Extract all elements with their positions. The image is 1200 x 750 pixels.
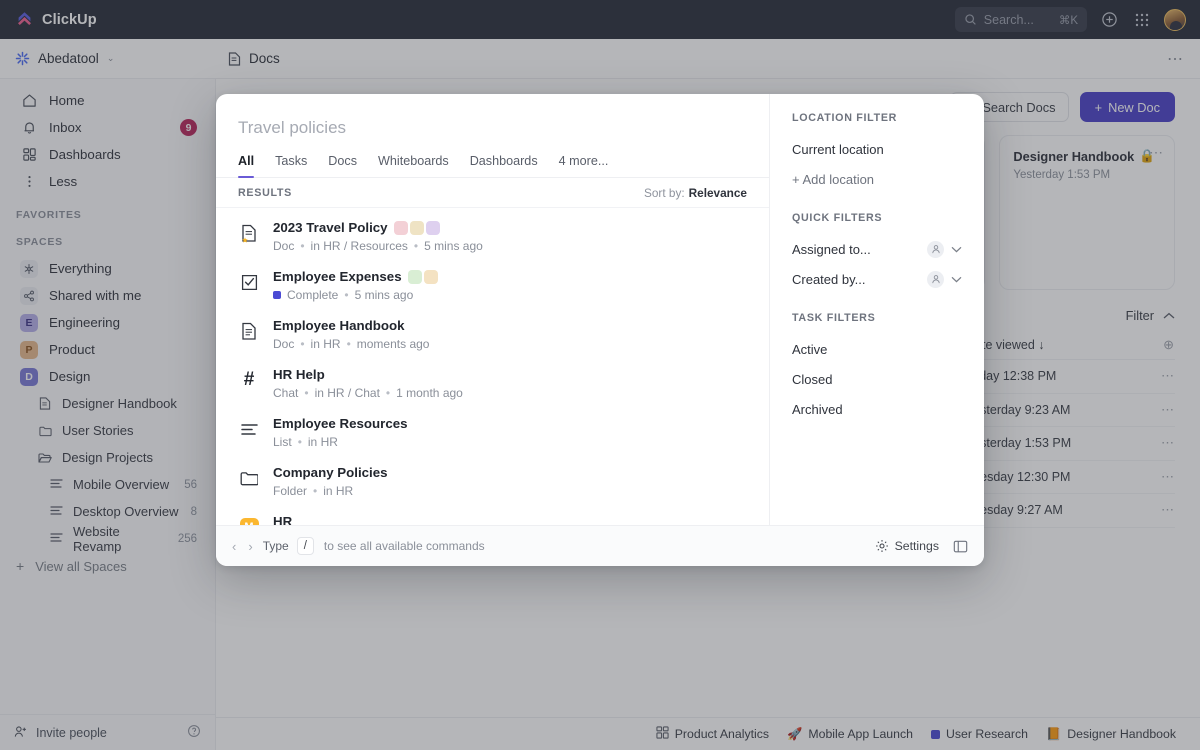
- chevron-down-icon[interactable]: [951, 276, 962, 283]
- side-panel-icon[interactable]: [953, 539, 968, 554]
- task-check-icon: [238, 269, 260, 295]
- tab-whiteboards[interactable]: Whiteboards: [378, 154, 449, 177]
- sort-by-value: Relevance: [689, 186, 747, 200]
- result-type: Chat: [273, 386, 298, 400]
- result-type: Folder: [273, 484, 307, 498]
- modal-body: Travel policies All Tasks Docs Whiteboar…: [216, 94, 984, 525]
- command-hint-text: to see all available commands: [324, 539, 485, 553]
- result-item-company-policies[interactable]: Company Policies Folder• in HR: [216, 457, 769, 506]
- result-avatars: [394, 221, 440, 235]
- quick-filters-header: QUICK FILTERS: [792, 212, 984, 234]
- result-time: 1 month ago: [396, 386, 463, 400]
- result-item-2023-travel-policy[interactable]: 2023 Travel Policy Doc• in HR / Resource…: [216, 212, 769, 261]
- doc-icon: [238, 318, 260, 344]
- filter-archived[interactable]: Archived: [792, 394, 984, 424]
- person-icon[interactable]: [927, 241, 944, 258]
- search-query-input[interactable]: Travel policies: [216, 94, 769, 138]
- results-label: RESULTS: [238, 187, 292, 199]
- filter-current-location[interactable]: Current location: [792, 134, 984, 164]
- modal-footer: ‹ › Type / to see all available commands…: [216, 525, 984, 566]
- tab-tasks[interactable]: Tasks: [275, 154, 307, 177]
- filter-created-by[interactable]: Created by...: [792, 264, 984, 294]
- result-item-employee-expenses[interactable]: Employee Expenses Complete• 5 mins ago: [216, 261, 769, 310]
- clickup-app: ClickUp Search... ⌘K Abedatool ⌄: [0, 0, 1200, 750]
- filter-closed[interactable]: Closed: [792, 364, 984, 394]
- result-title: Employee Resources: [273, 416, 408, 431]
- task-filters-header: TASK FILTERS: [792, 312, 984, 334]
- search-results-list: 2023 Travel Policy Doc• in HR / Resource…: [216, 208, 769, 525]
- tab-all[interactable]: All: [238, 154, 254, 177]
- space-letter-icon: M: [238, 514, 260, 525]
- result-location: in HR: [323, 484, 353, 498]
- search-filters-panel: LOCATION FILTER Current location + Add l…: [769, 94, 984, 525]
- result-item-employee-resources[interactable]: Employee Resources List• in HR: [216, 408, 769, 457]
- doc-star-icon: [238, 220, 260, 246]
- filter-assigned-to[interactable]: Assigned to...: [792, 234, 984, 264]
- result-title: Employee Handbook: [273, 318, 405, 333]
- result-title: Employee Expenses: [273, 269, 402, 284]
- tab-dashboards[interactable]: Dashboards: [470, 154, 538, 177]
- prev-button[interactable]: ‹: [232, 539, 236, 554]
- type-label: Type: [263, 539, 289, 553]
- result-title: Company Policies: [273, 465, 388, 480]
- result-title: 2023 Travel Policy: [273, 220, 388, 235]
- results-bar: RESULTS Sort by: Relevance: [216, 178, 769, 208]
- result-type: Doc: [273, 337, 294, 351]
- search-results-panel: Travel policies All Tasks Docs Whiteboar…: [216, 94, 769, 525]
- list-icon: [238, 416, 260, 442]
- result-location: in HR / Resources: [311, 239, 408, 253]
- filter-active[interactable]: Active: [792, 334, 984, 364]
- result-item-hr-space[interactable]: M HR Space: [216, 506, 769, 525]
- hash-icon: #: [238, 367, 260, 393]
- result-type: List: [273, 435, 292, 449]
- gear-icon: [875, 539, 889, 553]
- result-time: moments ago: [357, 337, 430, 351]
- result-time: 5 mins ago: [355, 288, 414, 302]
- command-hint: Type /: [263, 537, 314, 555]
- settings-button[interactable]: Settings: [875, 539, 939, 553]
- settings-label: Settings: [895, 539, 939, 553]
- result-item-employee-handbook[interactable]: Employee Handbook Doc• in HR• moments ag…: [216, 310, 769, 359]
- sort-by-label: Sort by:: [644, 186, 685, 200]
- result-item-hr-help[interactable]: # HR Help Chat• in HR / Chat• 1 month ag…: [216, 359, 769, 408]
- person-icon[interactable]: [927, 271, 944, 288]
- result-title: HR: [273, 514, 292, 525]
- filter-label: Assigned to...: [792, 242, 871, 257]
- chevron-down-icon[interactable]: [951, 246, 962, 253]
- search-command-modal: Travel policies All Tasks Docs Whiteboar…: [216, 94, 984, 566]
- tab-docs[interactable]: Docs: [328, 154, 357, 177]
- filter-add-location[interactable]: + Add location: [792, 164, 984, 194]
- result-location: in HR: [308, 435, 338, 449]
- sort-by-control[interactable]: Sort by: Relevance: [644, 186, 747, 200]
- result-type: Doc: [273, 239, 294, 253]
- status-dot-icon: [273, 291, 281, 299]
- tab-more[interactable]: 4 more...: [559, 154, 609, 177]
- folder-icon: [238, 465, 260, 491]
- filter-label: Created by...: [792, 272, 865, 287]
- result-avatars: [408, 270, 438, 284]
- result-location: in HR / Chat: [315, 386, 380, 400]
- result-title: HR Help: [273, 367, 325, 382]
- result-location: in HR: [311, 337, 341, 351]
- location-filter-header: LOCATION FILTER: [792, 112, 984, 134]
- result-status: Complete: [287, 288, 338, 302]
- slash-key: /: [297, 537, 314, 555]
- result-time: 5 mins ago: [424, 239, 483, 253]
- search-tabs: All Tasks Docs Whiteboards Dashboards 4 …: [216, 138, 769, 178]
- next-button[interactable]: ›: [248, 539, 252, 554]
